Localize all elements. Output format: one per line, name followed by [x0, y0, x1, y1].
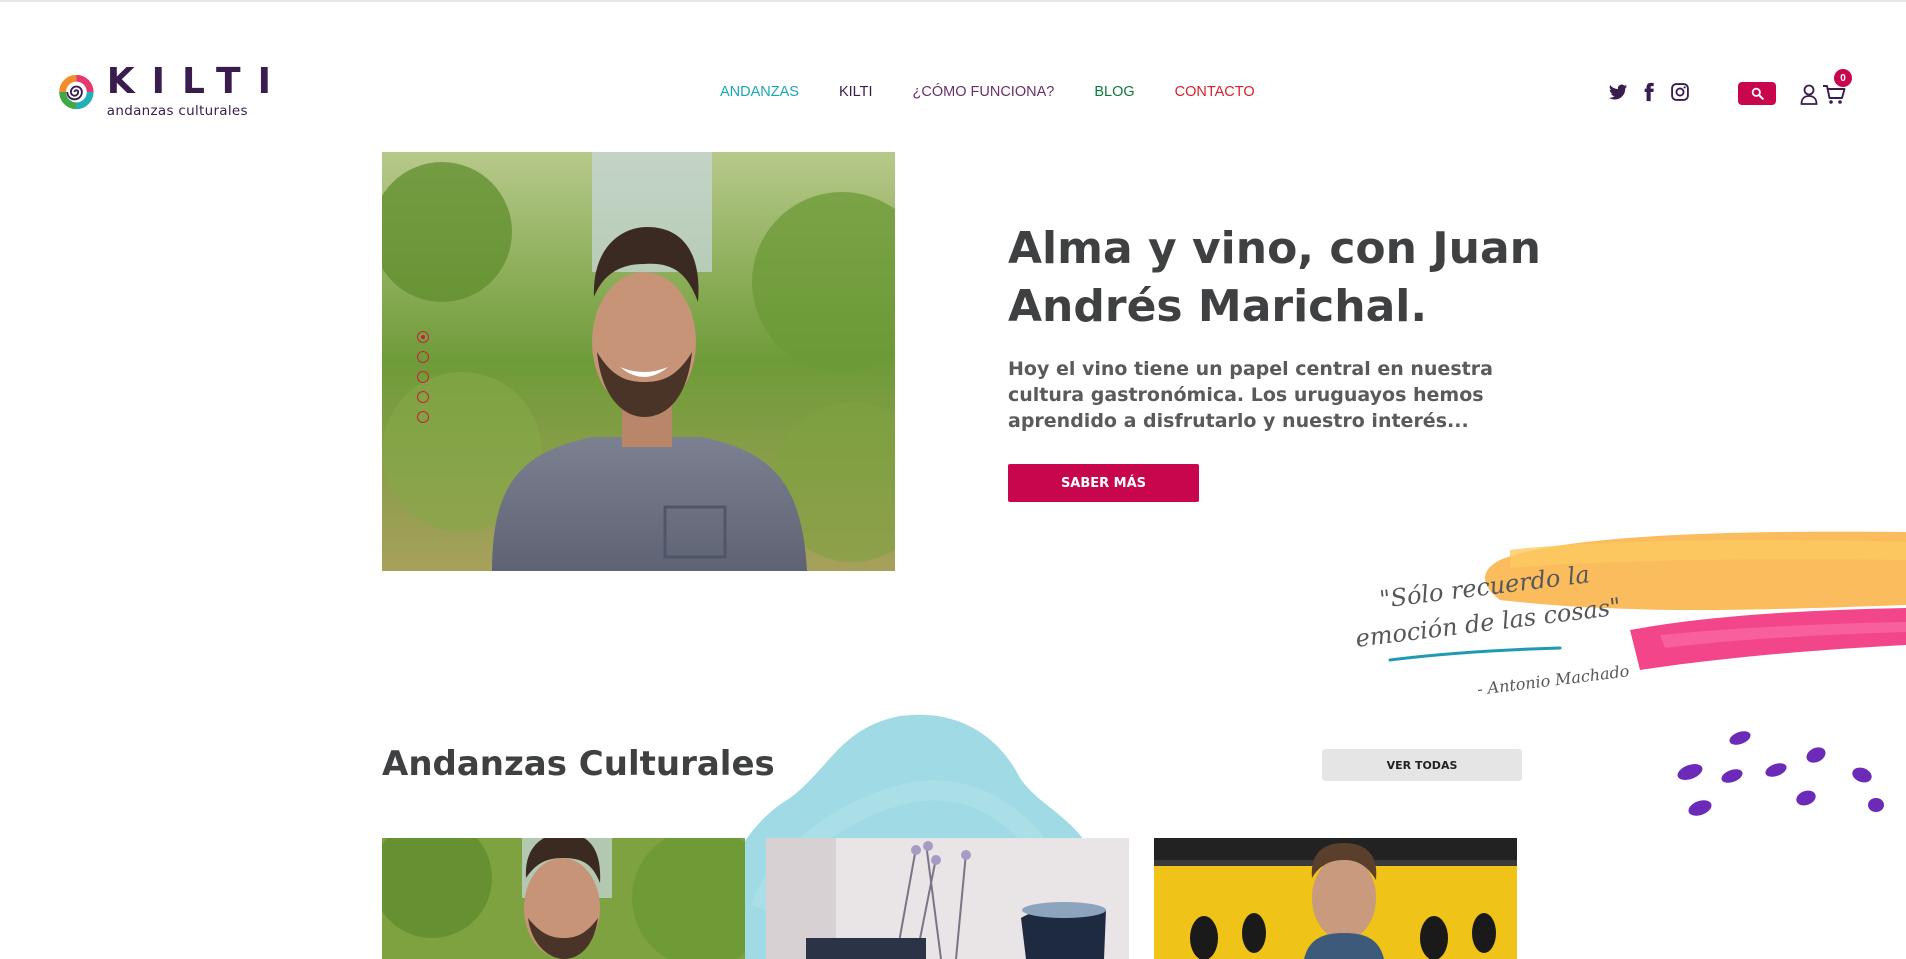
instagram-icon[interactable] — [1670, 82, 1690, 102]
slider-dots — [417, 331, 429, 423]
logo-spiral-icon — [59, 74, 94, 110]
top-border — [0, 0, 1906, 2]
hero-excerpt: Hoy el vino tiene un papel central en nu… — [1008, 358, 1493, 432]
card-1-image — [382, 838, 745, 959]
saber-mas-button[interactable]: SABER MÁS — [1008, 464, 1199, 502]
card-2-image — [766, 838, 1129, 959]
nav-contacto[interactable]: CONTACTO — [1175, 84, 1255, 100]
slider-dot-3[interactable] — [417, 371, 429, 383]
cart-icon[interactable] — [1822, 84, 1846, 105]
slider-dot-5[interactable] — [417, 411, 429, 423]
andanza-card-3[interactable] — [1154, 838, 1517, 959]
search-button[interactable] — [1738, 82, 1776, 105]
main-nav: ANDANZAS KILTI ¿CÓMO FUNCIONA? BLOG CONT… — [720, 84, 1255, 100]
cart-count-badge: 0 — [1834, 69, 1852, 87]
slider-dot-2[interactable] — [417, 351, 429, 363]
logo-word: KILTI — [106, 61, 288, 102]
kilti-logo[interactable]: KILTI andanzas culturales — [58, 60, 288, 124]
andanza-card-1[interactable] — [382, 838, 745, 959]
slider-dot-1[interactable] — [417, 331, 429, 343]
nav-kilti[interactable]: KILTI — [839, 84, 873, 100]
social-links — [1608, 82, 1690, 102]
nav-blog[interactable]: BLOG — [1094, 84, 1134, 100]
slider-dot-4[interactable] — [417, 391, 429, 403]
logo-tagline: andanzas culturales — [106, 103, 248, 119]
paint-dots-decoration — [1677, 731, 1884, 816]
ver-todas-button[interactable]: VER TODAS — [1322, 749, 1522, 781]
section-title: Andanzas Culturales — [382, 744, 775, 784]
nav-como-funciona[interactable]: ¿CÓMO FUNCIONA? — [913, 84, 1055, 100]
search-icon — [1751, 87, 1764, 100]
twitter-icon[interactable] — [1608, 82, 1628, 102]
hero-image — [382, 152, 895, 571]
facebook-icon[interactable] — [1639, 82, 1659, 102]
user-icon[interactable] — [1800, 84, 1818, 105]
andanza-card-2[interactable] — [766, 838, 1129, 959]
hero-title: Alma y vino, con Juan Andrés Marichal. — [1008, 223, 1542, 332]
nav-andanzas[interactable]: ANDANZAS — [720, 84, 799, 100]
card-3-image — [1154, 838, 1517, 959]
